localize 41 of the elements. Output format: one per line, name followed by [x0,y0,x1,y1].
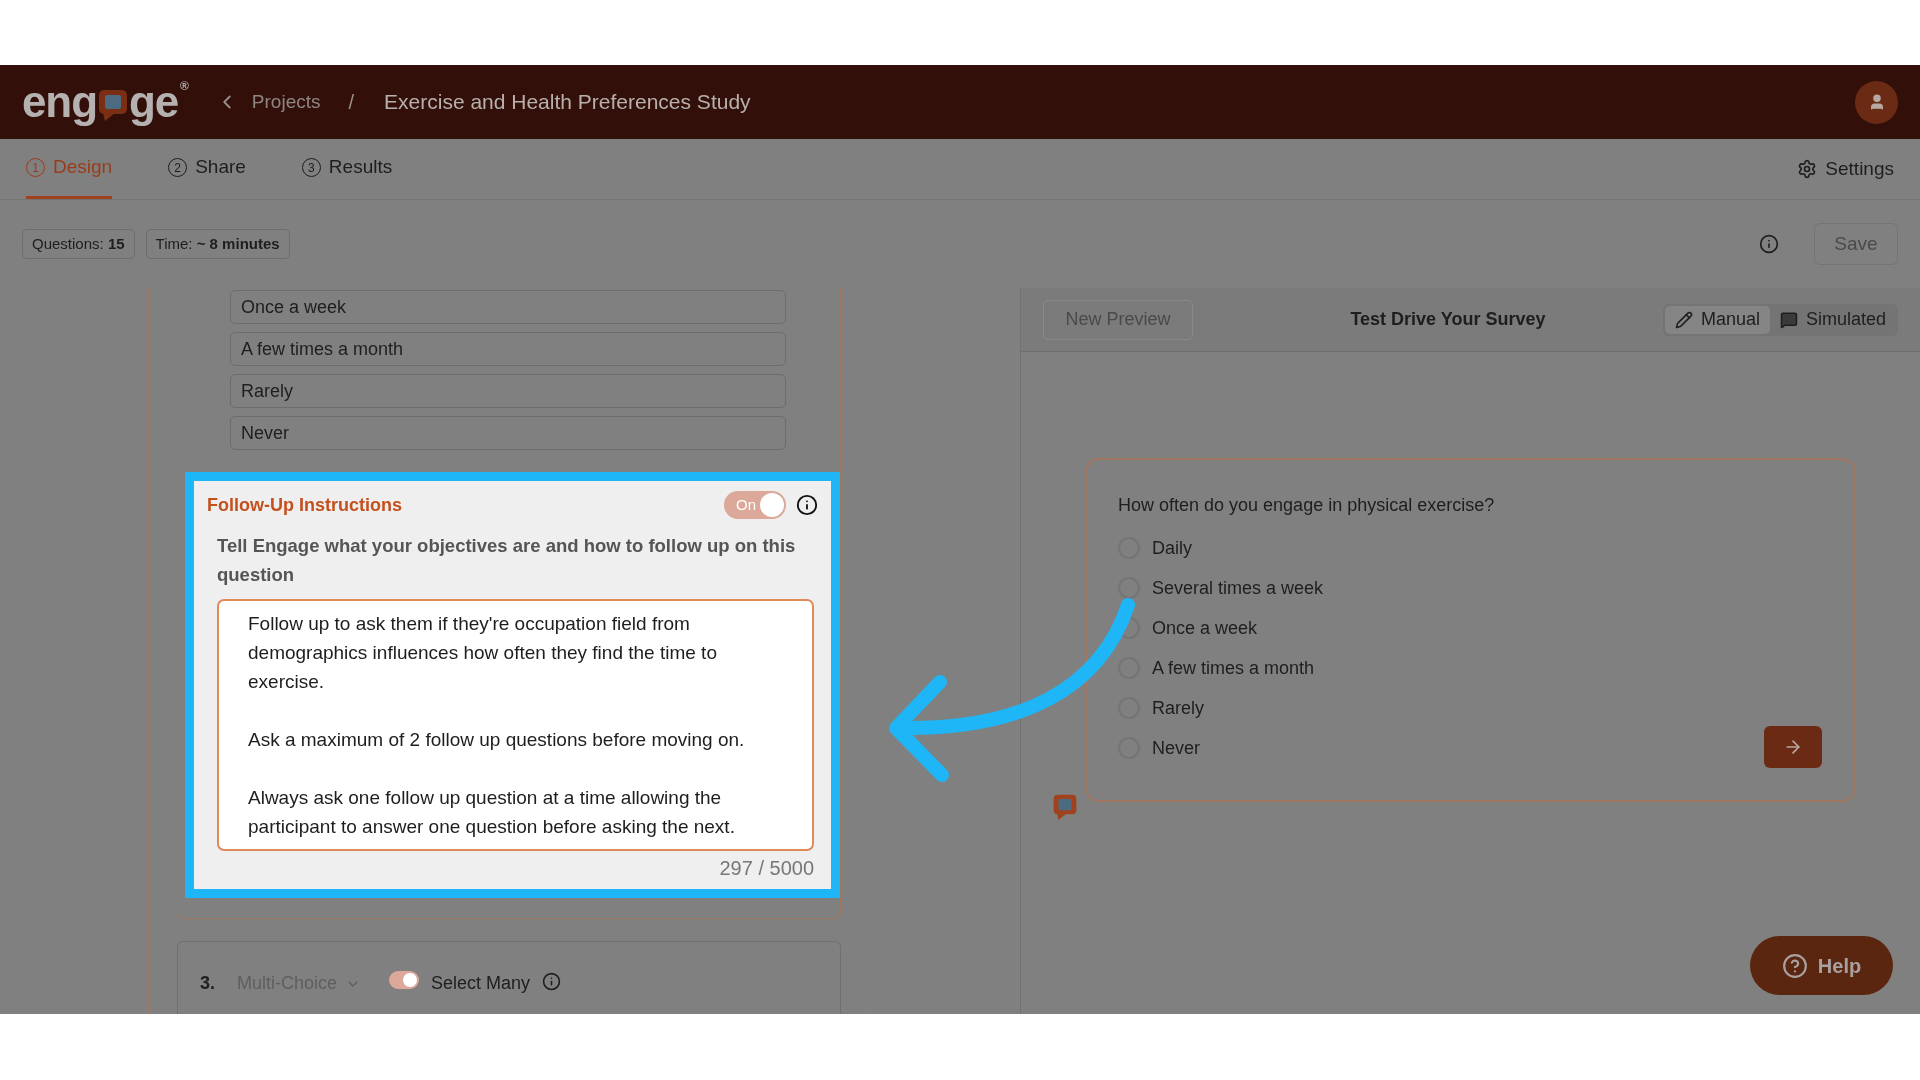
logo-text: eng [22,80,97,124]
character-counter: 297 / 5000 [719,856,814,881]
pencil-icon [1674,310,1693,329]
breadcrumb-link[interactable]: Projects [251,87,321,117]
chat-bubble-icon [1779,310,1798,329]
toggle-switch[interactable] [389,971,420,989]
option-field[interactable]: Rarely [230,374,786,408]
radio-option[interactable]: Several times a week [1118,576,1324,600]
logo-text: ge [128,80,179,124]
next-button[interactable] [1764,726,1822,768]
option-field[interactable]: Once a week [230,290,786,324]
project-title: Exercise and Health Preferences Study [384,89,751,116]
radio-option[interactable]: Once a week [1118,616,1258,640]
help-button[interactable]: Help [1750,936,1893,995]
question-number: 3. [200,972,215,995]
radio-option[interactable]: Daily [1118,536,1192,560]
info-icon[interactable] [796,494,818,516]
help-icon [1781,952,1808,979]
preview-title: Test Drive Your Survey [1349,308,1546,331]
mode-tab[interactable]: Simulated [1769,305,1896,334]
step-tab[interactable]: 3 Results [301,139,393,199]
chat-bubble-icon [96,88,129,122]
gear-icon [1797,159,1818,179]
radio-option[interactable]: Never [1118,736,1200,760]
instructions-field[interactable]: Follow up to ask them if they're occupation field from demographics influences how often they find the time to exercise. Ask a maximum of 2 follow up questions before moving on. Always ask one follow up question at a time allowing the participant to answer one question before asking the next. [217,599,814,851]
registered-mark: ® [180,80,188,92]
option-field[interactable]: A few times a month [230,332,786,366]
instructions-description: Tell Engage what your objectives are and how to follow up on this question [216,534,797,587]
option-field[interactable]: Never [230,416,786,450]
toggle-label: Select Many [431,972,531,995]
radio-option[interactable]: Rarely [1118,696,1204,720]
question-text: How often do you engage in physical exercise? [1118,494,1496,517]
breadcrumb-separator: / [348,90,355,115]
stat-badge: Questions: 15 [22,228,135,260]
section-title: Follow-Up Instructions [207,493,402,517]
stat-badge: Time: ~ 8 minutes [145,228,290,260]
settings-button[interactable]: Settings [1797,139,1894,199]
radio-option[interactable]: A few times a month [1118,656,1315,680]
mode-tab[interactable]: Manual [1664,305,1770,334]
avatar-button[interactable] [1855,80,1898,124]
step-tab[interactable]: 2 Share [168,139,246,199]
